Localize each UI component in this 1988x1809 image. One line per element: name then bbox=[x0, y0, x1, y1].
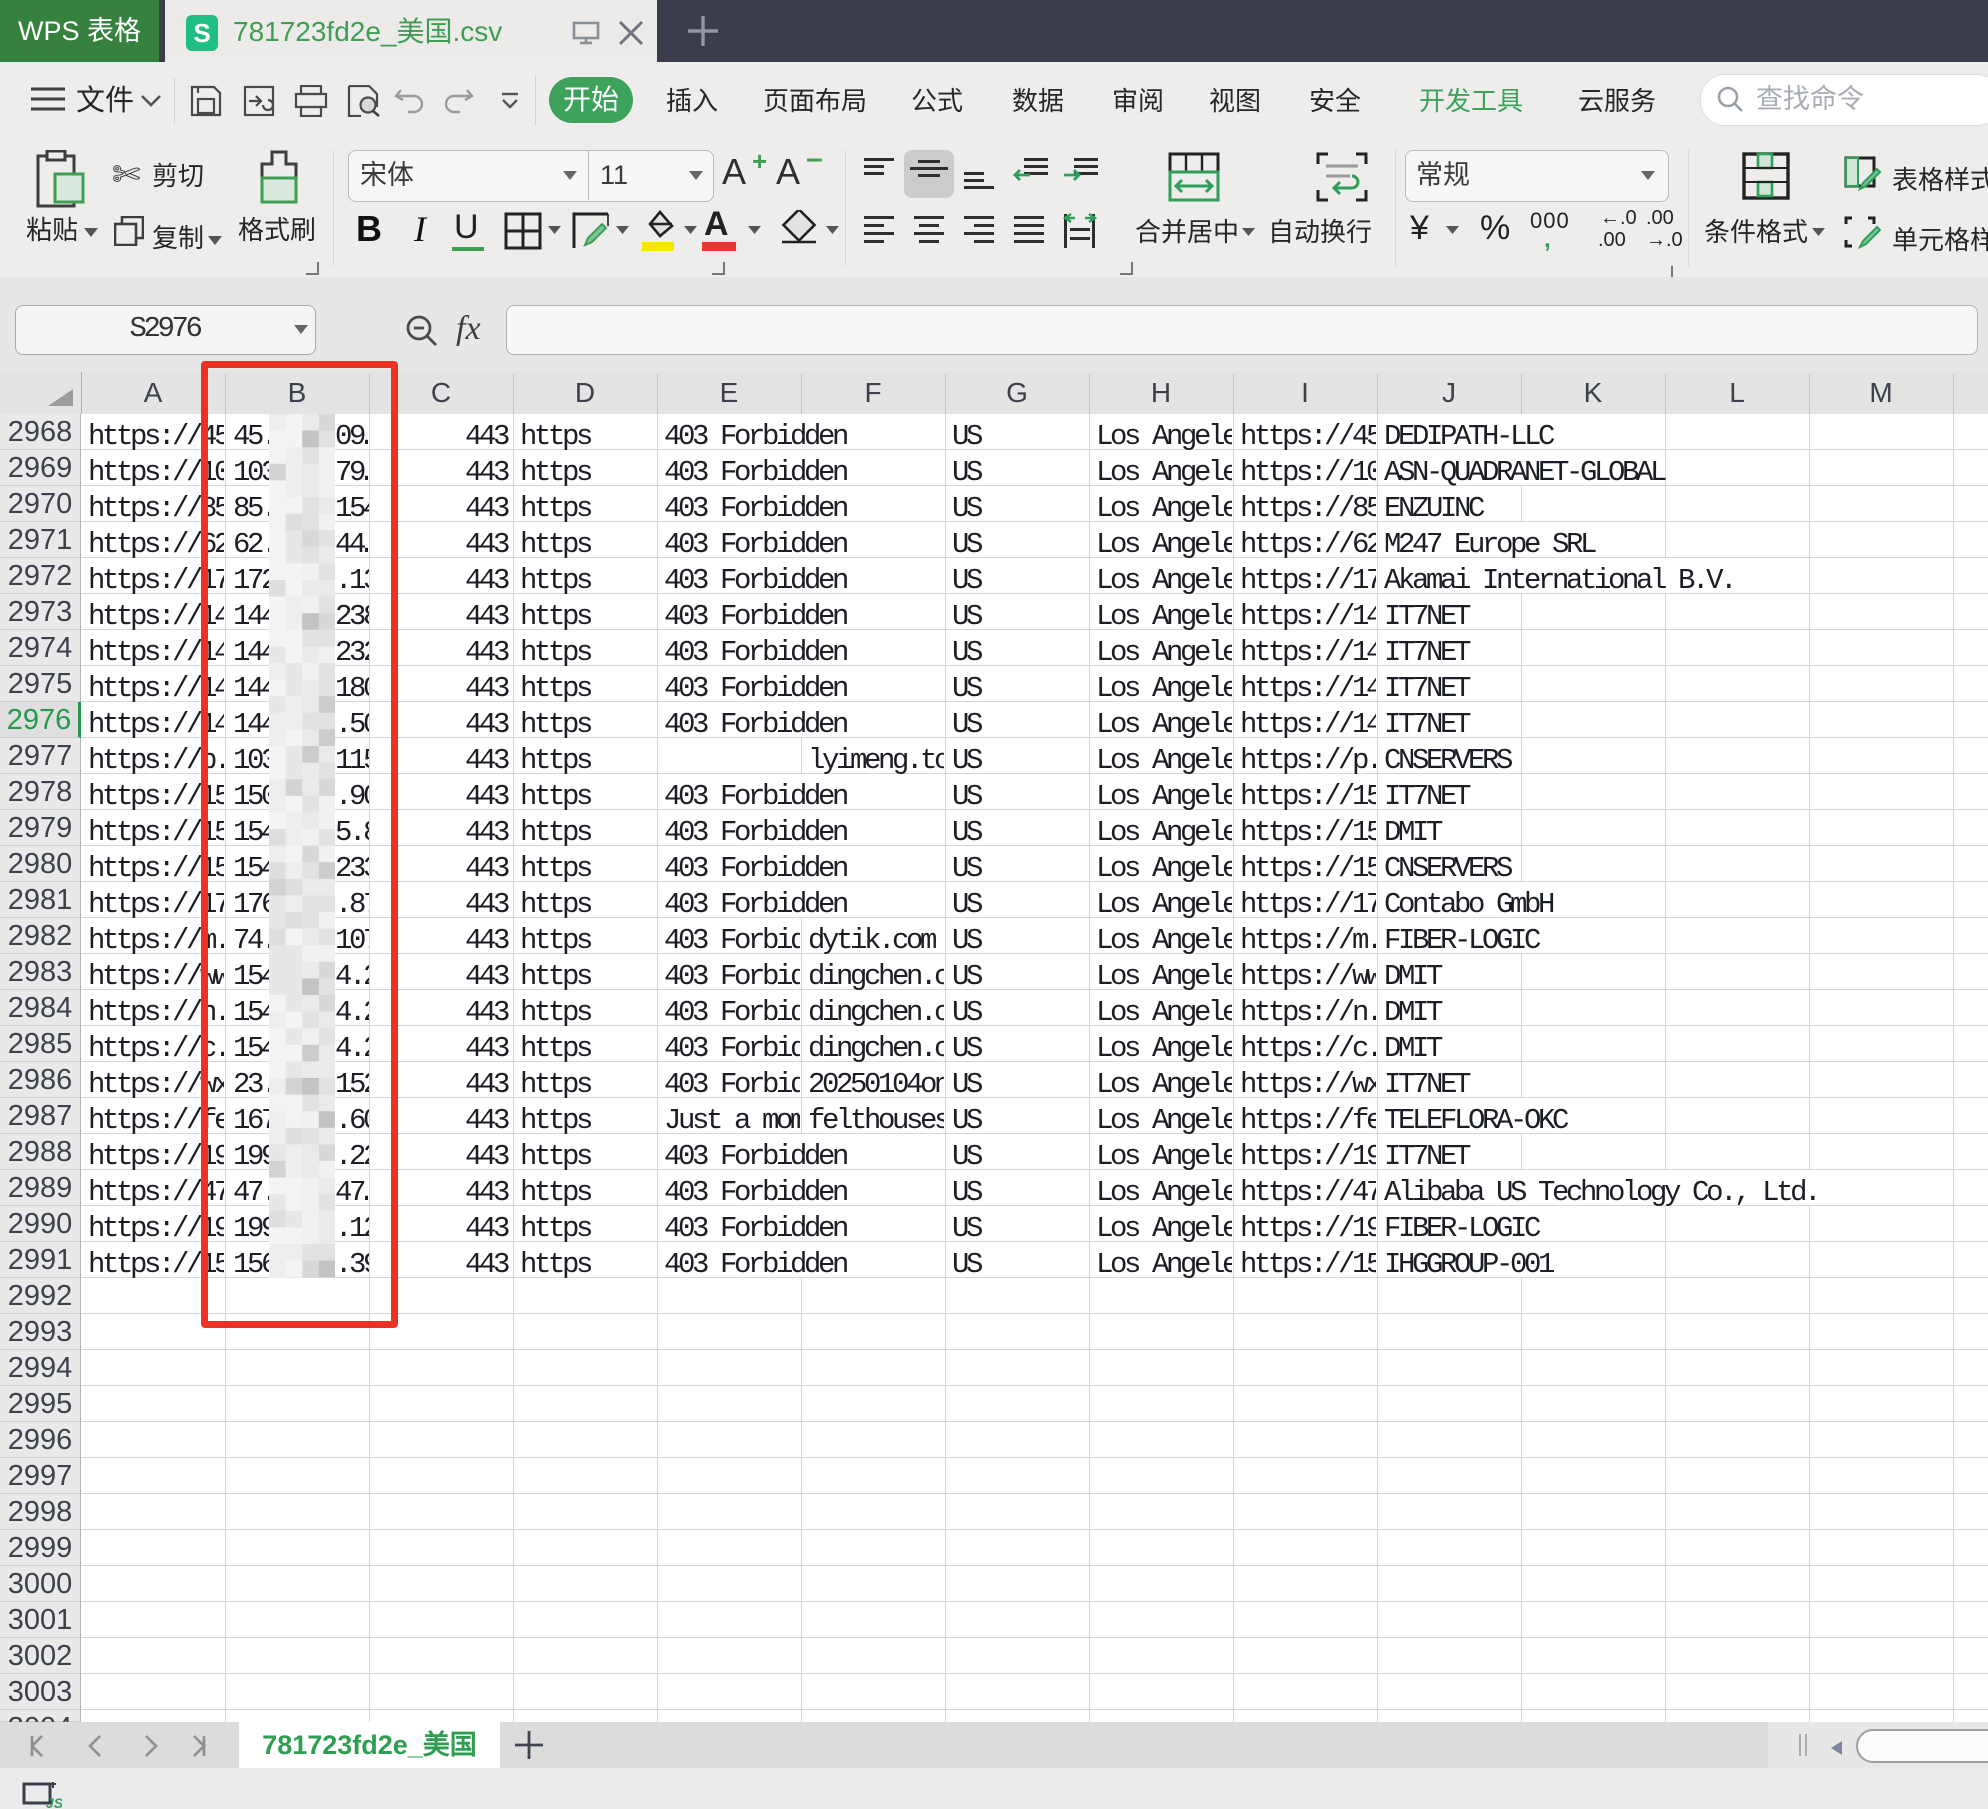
svg-text:JS: JS bbox=[46, 1795, 62, 1808]
